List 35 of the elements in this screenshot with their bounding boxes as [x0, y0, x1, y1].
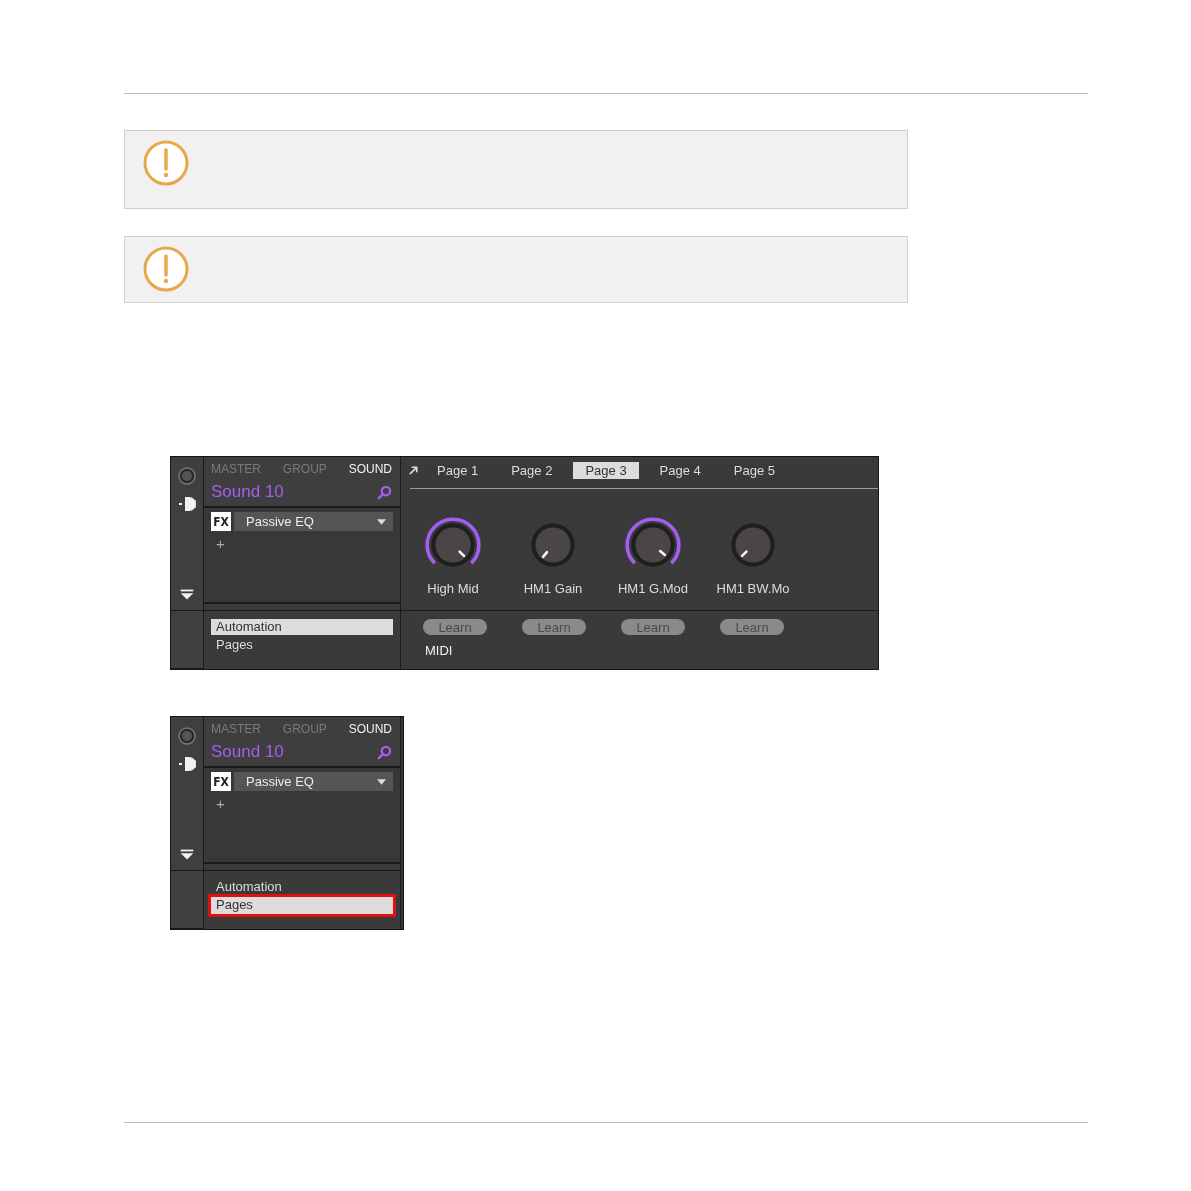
section-label: MIDI: [425, 643, 454, 658]
plug-icon[interactable]: [177, 754, 197, 774]
search-icon[interactable]: [377, 484, 392, 500]
page-tab[interactable]: Page 1: [425, 461, 491, 479]
add-button[interactable]: +: [216, 535, 225, 552]
page-tab[interactable]: Page 5: [721, 461, 787, 479]
knob-icon[interactable]: [177, 466, 197, 486]
knob-label: HM1 BW.Mo: [716, 581, 790, 596]
plug-icon[interactable]: [177, 494, 197, 514]
fx-badge: FX: [211, 772, 231, 791]
scope-tab[interactable]: SOUND: [348, 462, 392, 476]
sidebar-item[interactable]: Automation: [211, 619, 393, 635]
page-tab[interactable]: Page 4: [647, 461, 713, 479]
sidebar-item[interactable]: Automation: [211, 879, 393, 895]
add-button[interactable]: +: [216, 795, 225, 812]
arrow-icon[interactable]: [408, 464, 419, 476]
warning-icon: [142, 139, 190, 187]
knob-icon[interactable]: [177, 726, 197, 746]
plugin-dropdown[interactable]: Passive EQ: [234, 772, 393, 791]
caret-icon: [377, 778, 386, 785]
sound-name: Sound 10: [211, 482, 284, 502]
scope-tab[interactable]: SOUND: [348, 722, 392, 736]
page-tab[interactable]: Page 3: [573, 461, 639, 479]
sound-name: Sound 10: [211, 742, 284, 762]
knob-label: HM1 G.Mod: [617, 581, 689, 596]
page-tab[interactable]: Page 2: [499, 461, 565, 479]
plugin-dropdown[interactable]: Passive EQ: [234, 512, 393, 531]
sidebar-item[interactable]: Pages: [211, 897, 393, 914]
sidebar-item[interactable]: Pages: [211, 637, 393, 653]
search-icon[interactable]: [377, 744, 392, 760]
caret-icon: [377, 518, 386, 525]
knob-label: High Mid: [427, 581, 479, 596]
fx-badge: FX: [211, 512, 231, 531]
warning-icon: [142, 245, 190, 293]
knob-label: HM1 Gain: [523, 581, 583, 596]
